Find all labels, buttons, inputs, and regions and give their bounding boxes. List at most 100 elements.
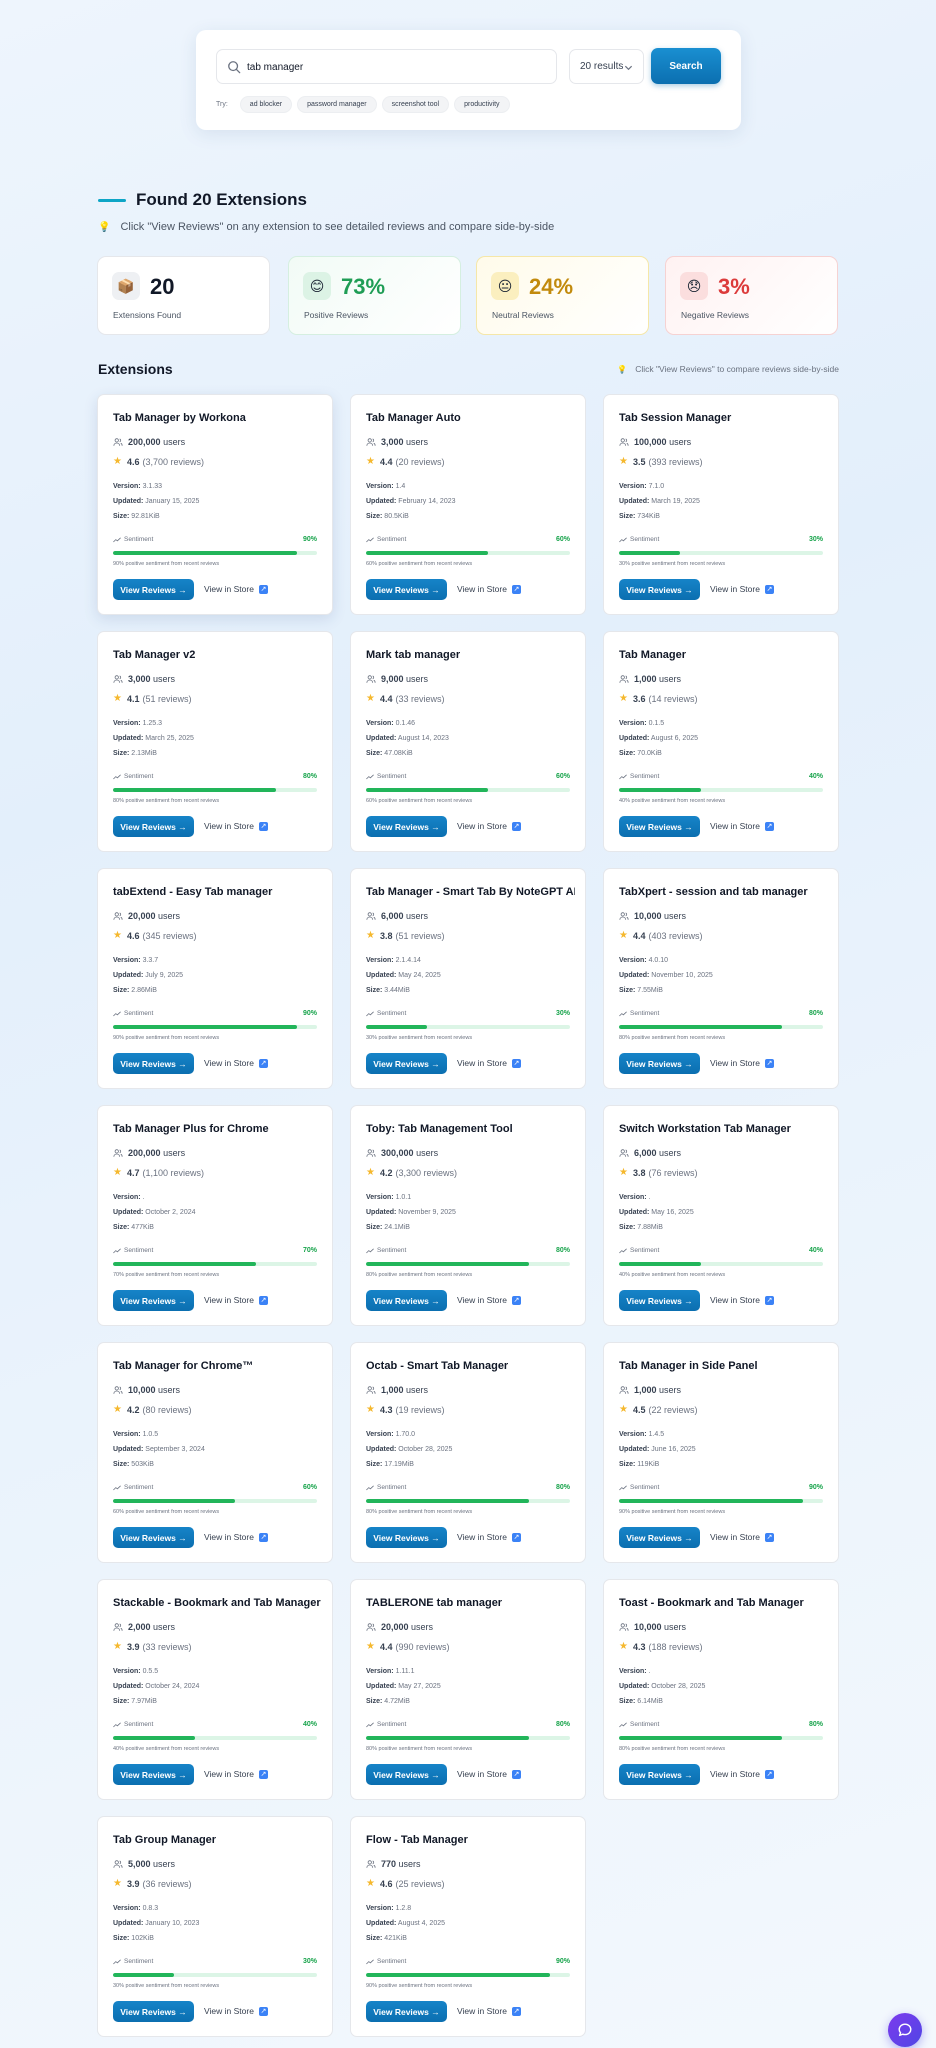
extension-name: Flow - Tab Manager bbox=[366, 1834, 468, 1846]
view-in-store-link[interactable]: View in Store ↗ bbox=[457, 2006, 521, 2016]
extension-users: 3,000 users bbox=[113, 674, 175, 684]
suggestion-chip[interactable]: password manager bbox=[297, 96, 377, 113]
view-reviews-button[interactable]: View Reviews → bbox=[366, 1290, 447, 1311]
results-hint-text: Click "View Reviews" on any extension to… bbox=[120, 221, 555, 233]
sentiment-row: Sentiment 80% bbox=[619, 1721, 823, 1728]
extension-name: TABLERONE tab manager bbox=[366, 1597, 503, 1609]
search-box[interactable] bbox=[216, 49, 557, 84]
view-reviews-button[interactable]: View Reviews → bbox=[619, 579, 700, 600]
external-link-icon: ↗ bbox=[258, 1532, 268, 1542]
suggestion-chip[interactable]: ad blocker bbox=[239, 96, 293, 113]
view-reviews-button[interactable]: View Reviews → bbox=[366, 1053, 447, 1074]
sentiment-row: Sentiment 60% bbox=[113, 1484, 317, 1491]
view-in-store-link[interactable]: View in Store ↗ bbox=[457, 1058, 521, 1068]
review-count: (3,700 reviews) bbox=[142, 456, 205, 467]
sentiment-note: 60% positive sentiment from recent revie… bbox=[366, 561, 473, 567]
sentiment-label: Sentiment bbox=[124, 1010, 154, 1017]
extension-updated: Updated: October 28, 2025 bbox=[619, 1683, 706, 1690]
rating-value: 3.5 bbox=[632, 456, 646, 467]
view-reviews-button[interactable]: View Reviews → bbox=[366, 579, 447, 600]
view-reviews-button[interactable]: View Reviews → bbox=[619, 1290, 700, 1311]
extension-users: 6,000 users bbox=[619, 1148, 681, 1158]
view-in-store-link[interactable]: View in Store ↗ bbox=[710, 1769, 774, 1779]
view-reviews-button[interactable]: View Reviews → bbox=[619, 1764, 700, 1785]
sentiment-bar-fill bbox=[619, 1736, 783, 1740]
extension-rating: ★ 3.8 (76 reviews) bbox=[619, 1167, 698, 1178]
view-in-store-link[interactable]: View in Store ↗ bbox=[204, 821, 268, 831]
view-reviews-button[interactable]: View Reviews → bbox=[113, 2001, 194, 2022]
results-count-select[interactable]: 20 results bbox=[569, 49, 644, 84]
extension-version: Version: 3.3.7 bbox=[113, 957, 159, 964]
view-reviews-button[interactable]: View Reviews → bbox=[113, 816, 194, 837]
view-in-store-link[interactable]: View in Store ↗ bbox=[457, 1532, 521, 1542]
users-icon bbox=[619, 438, 629, 446]
view-reviews-button[interactable]: View Reviews → bbox=[113, 1764, 194, 1785]
sentiment-note: 90% positive sentiment from recent revie… bbox=[366, 1983, 473, 1989]
star-icon: ★ bbox=[366, 693, 375, 704]
extension-name: Tab Manager - Smart Tab By NoteGPT AI bbox=[366, 886, 575, 898]
extension-name: Tab Manager by Workona bbox=[113, 412, 246, 424]
extension-updated: Updated: November 9, 2025 bbox=[366, 1209, 456, 1216]
view-in-store-link[interactable]: View in Store ↗ bbox=[710, 1295, 774, 1305]
extension-size: Size: 477KiB bbox=[113, 1224, 154, 1231]
results-hint: 💡 Click "View Reviews" on any extension … bbox=[98, 221, 554, 233]
extension-name: Octab - Smart Tab Manager bbox=[366, 1360, 509, 1372]
users-count: 1,000 bbox=[634, 674, 657, 684]
suggestion-chip[interactable]: screenshot tool bbox=[381, 96, 450, 113]
sentiment-percent: 80% bbox=[808, 1010, 823, 1017]
view-in-store-link[interactable]: View in Store ↗ bbox=[710, 1532, 774, 1542]
view-in-store-link[interactable]: View in Store ↗ bbox=[204, 2006, 268, 2016]
view-reviews-button[interactable]: View Reviews → bbox=[366, 1527, 447, 1548]
view-in-store-link[interactable]: View in Store ↗ bbox=[204, 1532, 268, 1542]
extension-rating: ★ 4.1 (51 reviews) bbox=[113, 693, 192, 704]
sentiment-percent: 70% bbox=[302, 1247, 317, 1254]
sentiment-percent: 80% bbox=[808, 1721, 823, 1728]
view-reviews-button[interactable]: View Reviews → bbox=[619, 816, 700, 837]
chat-button[interactable] bbox=[888, 2013, 922, 2047]
view-reviews-button[interactable]: View Reviews → bbox=[366, 2001, 447, 2022]
extension-card: Tab Manager 1,000 users ★ 3.6 (14 review… bbox=[603, 631, 839, 852]
chat-bubble-icon bbox=[898, 2023, 912, 2037]
star-icon: ★ bbox=[619, 1404, 628, 1415]
view-in-store-link[interactable]: View in Store ↗ bbox=[204, 1058, 268, 1068]
extension-name: Mark tab manager bbox=[366, 649, 461, 661]
sentiment-note: 80% positive sentiment from recent revie… bbox=[113, 798, 220, 804]
extension-size: Size: 7.97MiB bbox=[113, 1698, 157, 1705]
view-reviews-button[interactable]: View Reviews → bbox=[366, 1764, 447, 1785]
view-reviews-button[interactable]: View Reviews → bbox=[619, 1053, 700, 1074]
view-in-store-link[interactable]: View in Store ↗ bbox=[457, 1769, 521, 1779]
view-in-store-link[interactable]: View in Store ↗ bbox=[204, 1769, 268, 1779]
view-in-store-link[interactable]: View in Store ↗ bbox=[710, 1058, 774, 1068]
trending-up-icon bbox=[113, 1011, 121, 1016]
view-reviews-button[interactable]: View Reviews → bbox=[113, 579, 194, 600]
search-input[interactable] bbox=[247, 58, 547, 76]
view-reviews-button[interactable]: View Reviews → bbox=[113, 1290, 194, 1311]
sentiment-bar bbox=[113, 1262, 317, 1266]
extension-version: Version: 1.2.8 bbox=[366, 1905, 412, 1912]
users-suffix: users bbox=[664, 1622, 687, 1632]
suggestion-chip[interactable]: productivity bbox=[454, 96, 510, 113]
extension-version: Version: 3.1.33 bbox=[113, 483, 163, 490]
view-reviews-button[interactable]: View Reviews → bbox=[619, 1527, 700, 1548]
trending-up-icon bbox=[366, 1248, 374, 1253]
view-reviews-button[interactable]: View Reviews → bbox=[113, 1527, 194, 1548]
stat-positive: 😊 73% Positive Reviews bbox=[288, 256, 461, 335]
stat-negative: 😞 3% Negative Reviews bbox=[665, 256, 838, 335]
view-in-store-link[interactable]: View in Store ↗ bbox=[457, 584, 521, 594]
sentiment-label: Sentiment bbox=[124, 1721, 154, 1728]
search-button[interactable]: Search bbox=[651, 48, 721, 84]
sentiment-row: Sentiment 40% bbox=[619, 773, 823, 780]
sentiment-percent: 80% bbox=[555, 1247, 570, 1254]
view-in-store-link[interactable]: View in Store ↗ bbox=[457, 821, 521, 831]
sentiment-note: 90% positive sentiment from recent revie… bbox=[113, 1035, 220, 1041]
users-icon bbox=[619, 912, 629, 920]
view-in-store-link[interactable]: View in Store ↗ bbox=[457, 1295, 521, 1305]
extension-size: Size: 119KiB bbox=[619, 1461, 660, 1468]
view-in-store-link[interactable]: View in Store ↗ bbox=[710, 584, 774, 594]
view-in-store-link[interactable]: View in Store ↗ bbox=[710, 821, 774, 831]
sentiment-note: 30% positive sentiment from recent revie… bbox=[619, 561, 726, 567]
view-in-store-link[interactable]: View in Store ↗ bbox=[204, 1295, 268, 1305]
view-reviews-button[interactable]: View Reviews → bbox=[113, 1053, 194, 1074]
view-reviews-button[interactable]: View Reviews → bbox=[366, 816, 447, 837]
view-in-store-link[interactable]: View in Store ↗ bbox=[204, 584, 268, 594]
